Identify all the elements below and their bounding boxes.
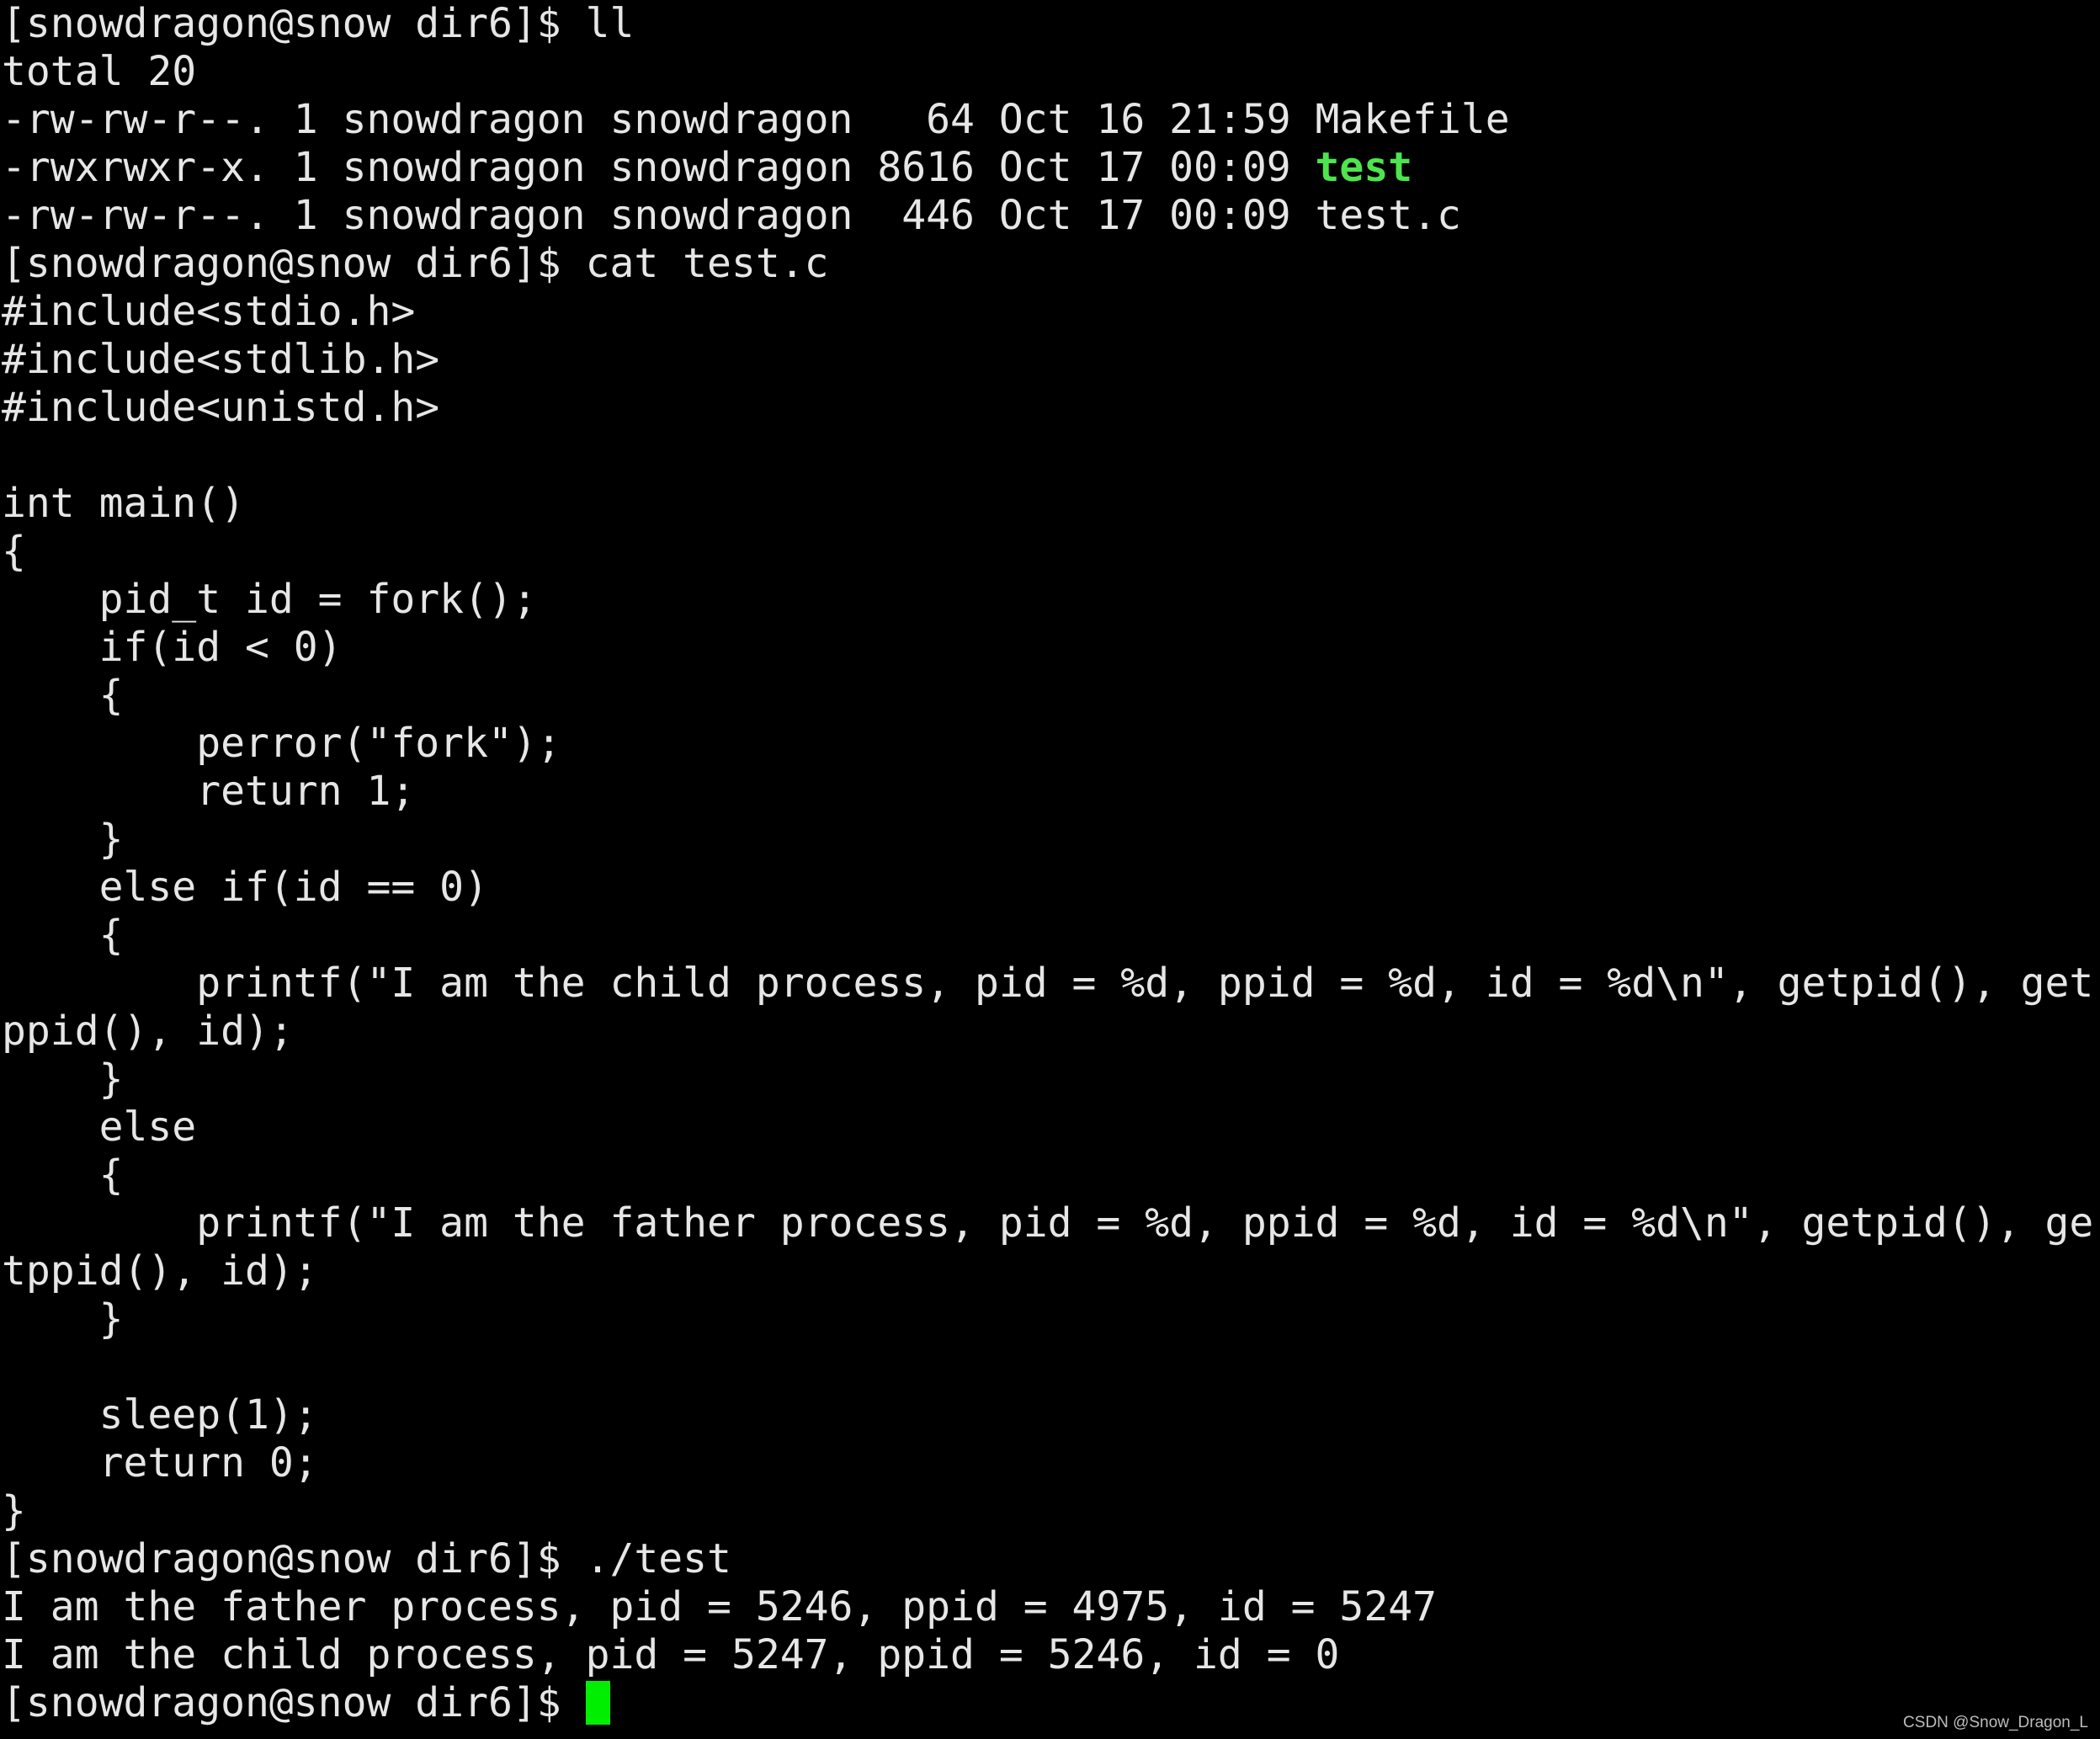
terminal-cursor	[585, 1681, 610, 1725]
terminal-text: [snowdragon@snow dir6]$ cat test.c	[2, 240, 829, 287]
terminal-text: pid_t id = fork();	[2, 576, 537, 623]
terminal-text: perror("fork");	[2, 720, 561, 767]
terminal-line: -rw-rw-r--. 1 snowdragon snowdragon 64 O…	[2, 96, 2100, 144]
terminal-text: I am the father process, pid = 5246, ppi…	[2, 1583, 1438, 1630]
terminal-text: }	[2, 1295, 124, 1343]
terminal-line: [snowdragon@snow dir6]$ ll	[2, 0, 2100, 48]
terminal-line: {	[2, 528, 2100, 576]
terminal-text: #include<stdlib.h>	[2, 336, 440, 383]
terminal-text: return 1;	[2, 768, 416, 815]
terminal-line: }	[2, 1487, 2100, 1535]
terminal-text: sleep(1);	[2, 1391, 318, 1439]
terminal-line: return 0;	[2, 1439, 2100, 1487]
terminal-line: [snowdragon@snow dir6]$	[2, 1679, 2100, 1727]
terminal-line: ppid(), id);	[2, 1008, 2100, 1056]
terminal-text: {	[2, 528, 26, 575]
terminal-text: }	[2, 1487, 26, 1534]
terminal-text: Makefile	[1315, 96, 1510, 143]
terminal-text: [snowdragon@snow dir6]$ ll	[2, 0, 635, 47]
terminal-text: else if(id == 0)	[2, 864, 488, 911]
terminal-text: {	[2, 672, 124, 719]
terminal-text: }	[2, 816, 124, 863]
terminal-text: return 0;	[2, 1439, 318, 1486]
terminal-text: -rw-rw-r--. 1 snowdragon snowdragon 446 …	[2, 192, 1316, 239]
terminal-text: {	[2, 1151, 124, 1199]
terminal-line: }	[2, 816, 2100, 864]
terminal-line: return 1;	[2, 768, 2100, 816]
terminal-line: perror("fork");	[2, 720, 2100, 768]
terminal-line: printf("I am the child process, pid = %d…	[2, 960, 2100, 1008]
executable-file-name: test	[1315, 144, 1413, 191]
watermark: CSDN @Snow_Dragon_L	[1903, 1714, 2088, 1731]
terminal-text: #include<stdio.h>	[2, 288, 416, 335]
terminal-line: {	[2, 672, 2100, 720]
terminal-text: -rw-rw-r--. 1 snowdragon snowdragon 64 O…	[2, 96, 1316, 143]
terminal-text: if(id < 0)	[2, 624, 343, 671]
terminal-line: else if(id == 0)	[2, 864, 2100, 912]
terminal-text: printf("I am the father process, pid = %…	[2, 1199, 2094, 1247]
terminal-line: total 20	[2, 48, 2100, 96]
terminal-output[interactable]: [snowdragon@snow dir6]$ ll total 20 -rw-rw…	[2, 0, 2100, 1727]
terminal-text: test.c	[1315, 192, 1461, 239]
terminal-line: }	[2, 1056, 2100, 1103]
terminal-line: pid_t id = fork();	[2, 576, 2100, 624]
terminal-line: if(id < 0)	[2, 624, 2100, 672]
terminal-text: [snowdragon@snow dir6]$	[2, 1679, 586, 1726]
terminal-text: [snowdragon@snow dir6]$ ./test	[2, 1535, 731, 1582]
terminal-text: total 20	[2, 48, 197, 95]
terminal-line: }	[2, 1295, 2100, 1343]
terminal-line: #include<unistd.h>	[2, 384, 2100, 432]
terminal-line: -rwxrwxr-x. 1 snowdragon snowdragon 8616…	[2, 144, 2100, 192]
terminal-line: I am the father process, pid = 5246, ppi…	[2, 1583, 2100, 1631]
terminal-line: -rw-rw-r--. 1 snowdragon snowdragon 446 …	[2, 192, 2100, 240]
terminal-text: tppid(), id);	[2, 1247, 318, 1295]
terminal-text: else	[2, 1103, 197, 1151]
terminal-line: #include<stdlib.h>	[2, 336, 2100, 384]
terminal-line: {	[2, 1151, 2100, 1199]
terminal-text: ppid(), id);	[2, 1008, 294, 1055]
terminal-text: }	[2, 1056, 124, 1103]
terminal-line: sleep(1);	[2, 1391, 2100, 1439]
terminal-line: I am the child process, pid = 5247, ppid…	[2, 1631, 2100, 1679]
terminal-line: [snowdragon@snow dir6]$ ./test	[2, 1535, 2100, 1583]
terminal-line: int main()	[2, 480, 2100, 528]
terminal-text: {	[2, 912, 124, 959]
terminal-line: else	[2, 1103, 2100, 1151]
terminal-line: #include<stdio.h>	[2, 288, 2100, 336]
terminal-line: [snowdragon@snow dir6]$ cat test.c	[2, 240, 2100, 288]
terminal-line: printf("I am the father process, pid = %…	[2, 1199, 2100, 1247]
terminal-text: int main()	[2, 480, 245, 527]
terminal-text: #include<unistd.h>	[2, 384, 440, 431]
terminal-text: I am the child process, pid = 5247, ppid…	[2, 1631, 1340, 1678]
terminal-text: printf("I am the child process, pid = %d…	[2, 960, 2094, 1007]
terminal-text: -rwxrwxr-x. 1 snowdragon snowdragon 8616…	[2, 144, 1316, 191]
terminal-line: tppid(), id);	[2, 1247, 2100, 1295]
terminal-line: {	[2, 912, 2100, 960]
